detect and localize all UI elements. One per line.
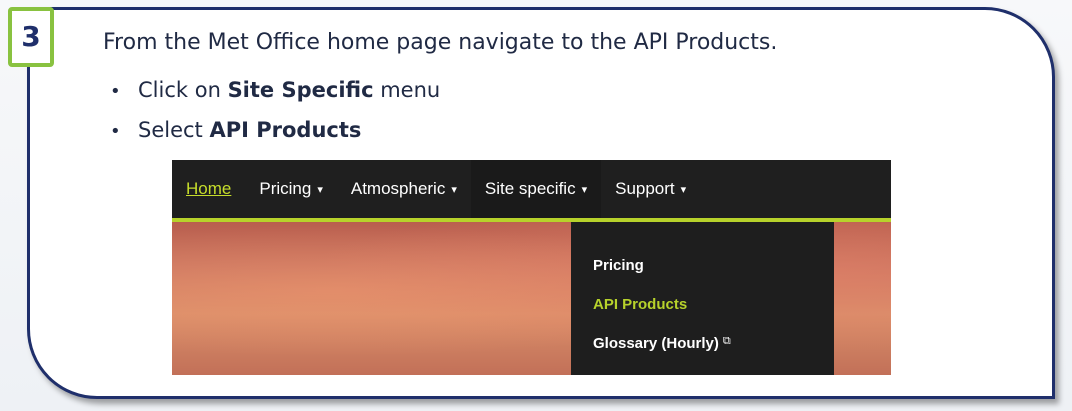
bullet-prefix: Select bbox=[138, 118, 210, 142]
dropdown-item-api-products[interactable]: API Products bbox=[593, 296, 687, 313]
bullet-bold: API Products bbox=[209, 118, 362, 142]
external-link-icon: ⧉ bbox=[722, 335, 731, 347]
bullet-item: • Select API Products bbox=[110, 115, 440, 155]
nav-item-support[interactable]: Support ▾ bbox=[601, 160, 700, 218]
dropdown-item-glossary-hourly[interactable]: Glossary (Hourly) ⧉ bbox=[593, 335, 731, 352]
dropdown-item-label: Glossary (Hourly) bbox=[593, 335, 719, 352]
instruction-bullets: • Click on Site Specific menu • Select API… bbox=[110, 75, 440, 155]
nav-item-label: Site specific bbox=[484, 179, 576, 198]
bullet-dot-icon: • bbox=[110, 121, 121, 142]
nav-item-label: Atmospheric bbox=[350, 179, 446, 198]
caret-down-icon: ▾ bbox=[680, 183, 687, 196]
met-office-screenshot: Home Pricing ▾ Atmospheric ▾ Site specif… bbox=[172, 160, 891, 375]
bullet-suffix: menu bbox=[373, 78, 441, 102]
bullet-prefix: Click on bbox=[138, 78, 228, 102]
caret-down-icon: ▾ bbox=[451, 183, 457, 196]
nav-item-label: Support bbox=[615, 179, 675, 198]
main-nav-bar: Home Pricing ▾ Atmospheric ▾ Site specif… bbox=[172, 160, 891, 222]
slide: 3 From the Met Office home page navigate… bbox=[0, 0, 1072, 411]
bullet-dot-icon: • bbox=[110, 81, 121, 102]
step-number-badge: 3 bbox=[8, 7, 54, 67]
site-specific-dropdown-menu: Pricing API Products Glossary (Hourly) ⧉ bbox=[571, 222, 834, 375]
instruction-intro: From the Met Office home page navigate t… bbox=[103, 30, 778, 55]
nav-item-label: Pricing bbox=[259, 179, 312, 198]
caret-down-icon: ▾ bbox=[317, 183, 323, 196]
dropdown-item-pricing[interactable]: Pricing bbox=[593, 257, 644, 274]
nav-home-link[interactable]: Home bbox=[172, 160, 245, 218]
nav-item-site-specific[interactable]: Site specific ▾ bbox=[470, 160, 602, 218]
nav-item-atmospheric[interactable]: Atmospheric ▾ bbox=[337, 160, 471, 218]
bullet-item: • Click on Site Specific menu bbox=[110, 75, 440, 115]
caret-down-icon: ▾ bbox=[581, 183, 588, 196]
nav-item-pricing[interactable]: Pricing ▾ bbox=[245, 160, 337, 218]
bullet-bold: Site Specific bbox=[227, 78, 374, 102]
